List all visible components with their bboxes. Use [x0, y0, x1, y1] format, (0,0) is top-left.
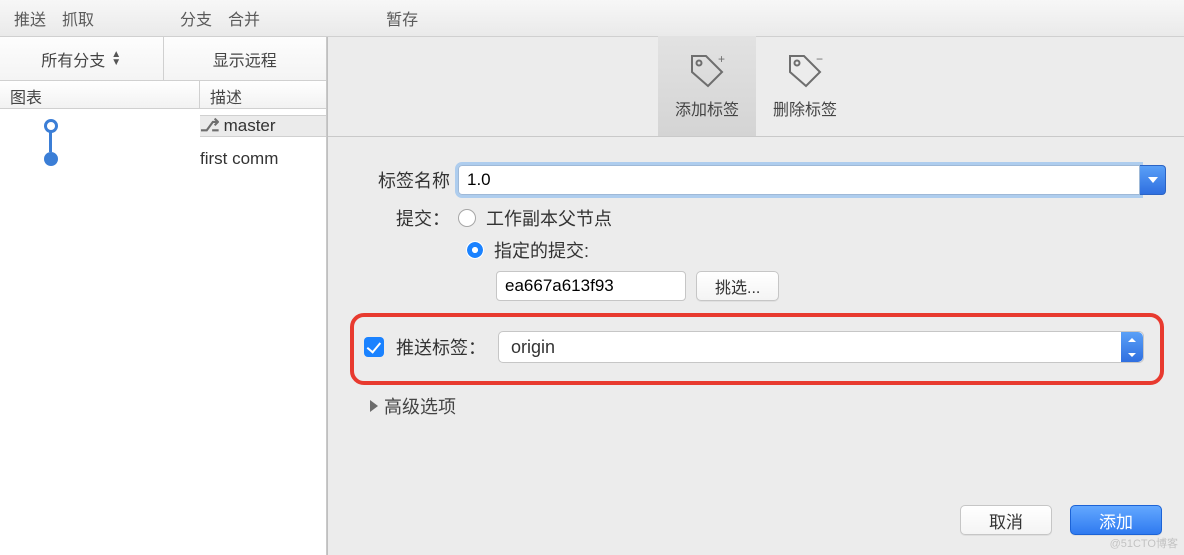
select-stepper-icon: [1121, 332, 1143, 362]
watermark: @51CTO博客: [1110, 535, 1178, 551]
tag-name-input[interactable]: [458, 165, 1140, 195]
updown-icon: ▲▼: [111, 51, 121, 67]
advanced-disclosure[interactable]: 高级选项: [348, 393, 1166, 419]
tag-name-label: 标签名称: [348, 167, 458, 193]
branch-filter-label: 所有分支: [41, 47, 105, 71]
branch-filter-dropdown[interactable]: 所有分支 ▲▼: [0, 37, 164, 80]
col-desc: 描述: [200, 81, 326, 108]
tag-plus-icon: +: [688, 52, 726, 90]
toolbar-fetch[interactable]: 抓取: [54, 3, 102, 33]
branch-icon: ⎇: [200, 116, 220, 136]
add-button[interactable]: 添加: [1070, 505, 1162, 535]
push-tag-checkbox[interactable]: [364, 337, 384, 357]
toolbar-merge[interactable]: 合并: [220, 3, 268, 33]
col-graph: 图表: [0, 81, 200, 108]
history-header: 图表 描述: [0, 81, 326, 109]
radio-working-copy[interactable]: [458, 209, 476, 227]
commit-message: first comm: [200, 149, 278, 169]
tag-name-dropdown[interactable]: [1140, 165, 1166, 195]
radio-specified-label: 指定的提交:: [494, 237, 589, 263]
commit-label: 提交：: [348, 205, 458, 231]
toolbar-branch[interactable]: 分支: [172, 3, 220, 33]
tab-remove-tag[interactable]: − 删除标签: [756, 36, 854, 136]
radio-specified-commit[interactable]: [466, 241, 484, 259]
svg-text:+: +: [718, 52, 725, 66]
svg-text:−: −: [816, 52, 823, 66]
tag-dialog: + 添加标签 − 删除标签 标签名称: [327, 37, 1184, 555]
commit-hash-input[interactable]: [496, 271, 686, 301]
branch-badge: master: [224, 116, 276, 136]
cancel-button[interactable]: 取消: [960, 505, 1052, 535]
toolbar-push[interactable]: 推送: [6, 3, 54, 33]
tab-add-tag[interactable]: + 添加标签: [658, 36, 756, 136]
pick-commit-button[interactable]: 挑选...: [696, 271, 779, 301]
toolbar-stash[interactable]: 暂存: [378, 3, 426, 33]
radio-working-copy-label: 工作副本父节点: [486, 205, 612, 231]
tag-minus-icon: −: [786, 52, 824, 90]
remote-select[interactable]: origin: [498, 331, 1144, 363]
push-tag-label: 推送标签：: [396, 334, 486, 360]
push-tag-highlight: 推送标签： origin: [350, 313, 1164, 385]
main-toolbar: 推送 抓取 分支 合并 暂存: [0, 0, 1184, 37]
history-panel: 所有分支 ▲▼ 显示远程 图表 描述 ⎇ master: [0, 37, 327, 555]
table-row[interactable]: ⎇ master: [0, 109, 326, 142]
table-row[interactable]: first comm: [0, 142, 326, 175]
remote-value: origin: [511, 337, 555, 358]
disclosure-triangle-icon: [370, 400, 378, 412]
show-remote-toggle[interactable]: 显示远程: [164, 47, 327, 71]
